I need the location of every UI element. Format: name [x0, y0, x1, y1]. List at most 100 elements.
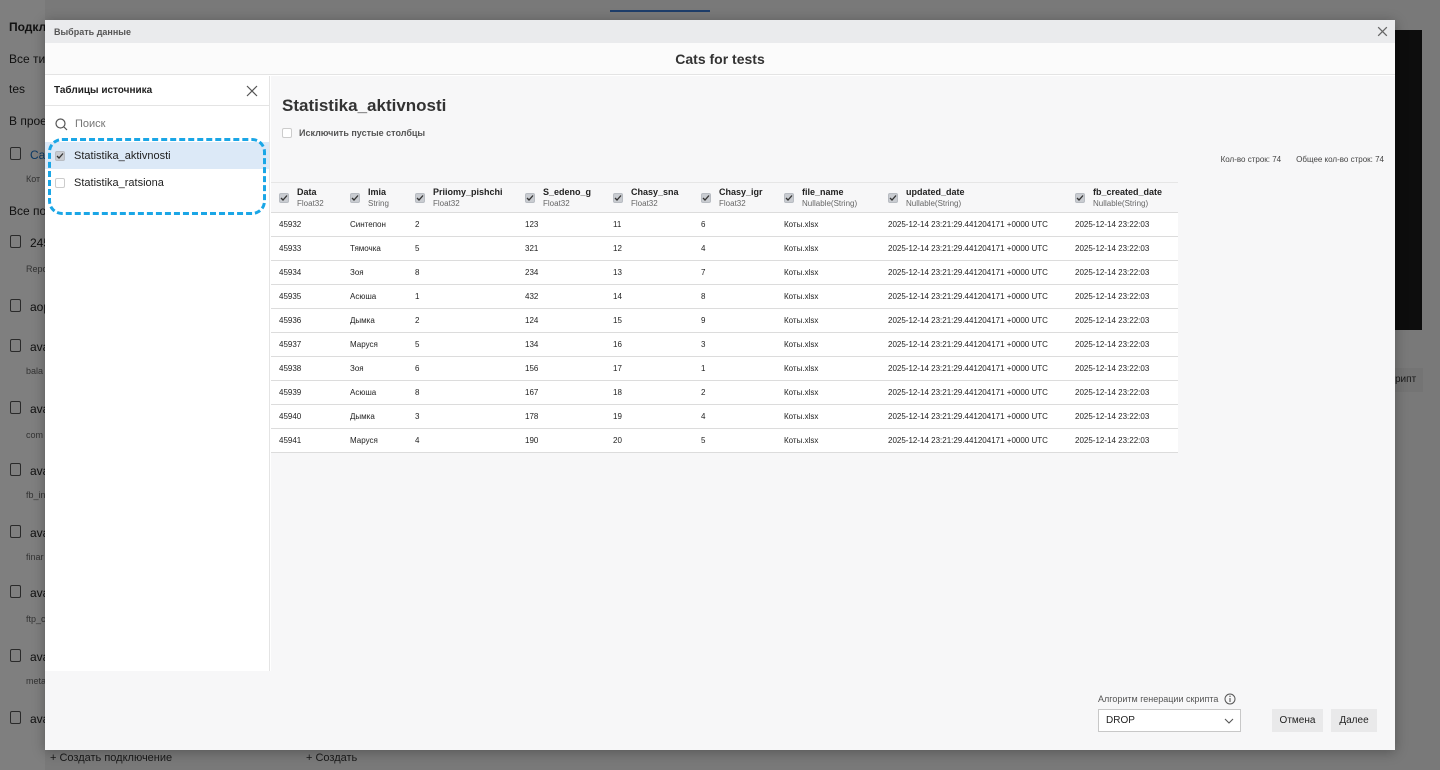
check-icon [785, 194, 793, 201]
column-name: Imia [368, 186, 387, 197]
column-type: Nullable(String) [802, 198, 858, 208]
table-row: 45940 Дымка 3 178 19 4 Коты.xlsx 2025-12-14 23:… [271, 404, 1178, 429]
table-cell: 2025-12-14 23:22:03 [1067, 212, 1178, 237]
table-cell: 17 [605, 356, 693, 381]
table-cell: 156 [517, 356, 605, 381]
table-cell: Коты.xlsx [776, 284, 880, 309]
check-icon [889, 194, 897, 201]
algo-label-row: Алгоритм генерации скрипта [1098, 693, 1236, 705]
column-header: file_name Nullable(String) [776, 182, 880, 213]
algo-select[interactable]: DROP [1098, 709, 1241, 732]
table-cell: 5 [407, 332, 517, 357]
table-cell: 5 [407, 236, 517, 261]
column-checkbox[interactable] [415, 192, 425, 203]
table-cell: 2 [407, 308, 517, 333]
sidebar-title: Таблицы источника [54, 85, 153, 96]
column-header: Chasy_sna Float32 [605, 182, 693, 213]
table-row: 45939 Асюша 8 167 18 2 Коты.xlsx 2025-12-14 23:… [271, 380, 1178, 405]
column-type: Nullable(String) [1093, 198, 1149, 208]
table-cell: 2025-12-14 23:22:03 [1067, 428, 1178, 453]
table-cell: 11 [605, 212, 693, 237]
table-cell: 2025-12-14 23:21:29.441204171 +0000 UTC [880, 428, 1067, 453]
column-header: updated_date Nullable(String) [880, 182, 1067, 213]
table-cell: 6 [407, 356, 517, 381]
table-cell: Коты.xlsx [776, 356, 880, 381]
column-checkbox[interactable] [1075, 192, 1085, 203]
column-header-content: Imia String [342, 187, 407, 209]
table-cell: 18 [605, 380, 693, 405]
table-cell: 4 [693, 236, 776, 261]
close-icon[interactable] [246, 85, 258, 97]
column-checkbox[interactable] [888, 192, 898, 203]
column-type: Float32 [631, 198, 658, 208]
table-cell: 2025-12-14 23:22:03 [1067, 332, 1178, 357]
table-cell: 190 [517, 428, 605, 453]
table-cell: 45933 [271, 236, 342, 261]
table-cell: 432 [517, 284, 605, 309]
exclude-empty-checkbox[interactable] [282, 128, 292, 138]
column-checkbox[interactable] [350, 192, 360, 203]
check-icon [1076, 194, 1084, 201]
table-cell: 7 [693, 260, 776, 285]
column-checkbox[interactable] [525, 192, 535, 203]
total-row-count: Общее кол-во строк: 74 [1296, 155, 1384, 164]
table-cell: 45938 [271, 356, 342, 381]
table-title: Statistika_aktivnosti [282, 96, 447, 115]
column-label: Chasy_igr Float32 [719, 187, 763, 209]
table-row: 45936 Дымка 2 124 15 9 Коты.xlsx 2025-12-14 23:… [271, 308, 1178, 333]
check-icon [702, 194, 710, 201]
table-cell: 2025-12-14 23:21:29.441204171 +0000 UTC [880, 284, 1067, 309]
table-cell: 12 [605, 236, 693, 261]
column-header-content: S_edeno_g Float32 [517, 187, 605, 209]
algo-label: Алгоритм генерации скрипта [1098, 694, 1219, 704]
cancel-button[interactable]: Отмена [1272, 709, 1323, 732]
table-cell: 2 [407, 212, 517, 237]
modal-title-bar: Выбрать данные [45, 20, 1395, 43]
table-cell: Дымка [342, 308, 407, 333]
column-checkbox[interactable] [613, 192, 623, 203]
table-cell: 19 [605, 404, 693, 429]
table-cell: 167 [517, 380, 605, 405]
column-type: String [368, 198, 389, 208]
table-cell: 45932 [271, 212, 342, 237]
table-cell: Асюша [342, 284, 407, 309]
info-icon[interactable] [1224, 693, 1236, 705]
column-type: Float32 [433, 198, 460, 208]
table-cell: 45940 [271, 404, 342, 429]
source-tables-sidebar: Таблицы источника Statistika_aktivnostiS… [45, 76, 270, 671]
column-checkbox[interactable] [701, 192, 711, 203]
column-name: updated_date [906, 186, 965, 197]
data-table: Data Float32 Imia String Priiomy_pishchi Floa… [271, 182, 1178, 453]
column-type: Nullable(String) [906, 198, 962, 208]
column-checkbox[interactable] [784, 192, 794, 203]
table-row: 45934 Зоя 8 234 13 7 Коты.xlsx 2025-12-14 23:21… [271, 260, 1178, 285]
table-cell: 4 [407, 428, 517, 453]
column-header-content: updated_date Nullable(String) [880, 187, 1067, 209]
table-cell: 178 [517, 404, 605, 429]
table-row: 45941 Маруся 4 190 20 5 Коты.xlsx 2025-12-14 23… [271, 428, 1178, 453]
table-cell: 1 [407, 284, 517, 309]
table-cell: Тямочка [342, 236, 407, 261]
sidebar-item-table[interactable]: Statistika_ratsiona [45, 169, 269, 196]
table-row: 45937 Маруся 5 134 16 3 Коты.xlsx 2025-12-14 23… [271, 332, 1178, 357]
table-cell: Асюша [342, 380, 407, 405]
column-header-content: Chasy_igr Float32 [693, 187, 776, 209]
table-checkbox[interactable] [55, 150, 65, 161]
close-icon[interactable] [1376, 25, 1389, 38]
column-checkbox[interactable] [279, 192, 289, 203]
table-cell: Коты.xlsx [776, 236, 880, 261]
table-cell: Коты.xlsx [776, 212, 880, 237]
table-cell: 2025-12-14 23:21:29.441204171 +0000 UTC [880, 380, 1067, 405]
table-cell: 2025-12-14 23:22:03 [1067, 308, 1178, 333]
column-label: fb_created_date Nullable(String) [1093, 187, 1162, 209]
table-cell: Синтепон [342, 212, 407, 237]
table-cell: 2025-12-14 23:21:29.441204171 +0000 UTC [880, 236, 1067, 261]
next-button[interactable]: Далее [1331, 709, 1377, 732]
column-header-content: fb_created_date Nullable(String) [1067, 187, 1178, 209]
search-input[interactable] [75, 118, 245, 130]
table-cell: 124 [517, 308, 605, 333]
table-checkbox[interactable] [55, 177, 65, 188]
table-cell: Маруся [342, 332, 407, 357]
sidebar-item-table[interactable]: Statistika_aktivnosti [45, 142, 269, 169]
exclude-empty-columns[interactable]: Исключить пустые столбцы [282, 128, 425, 138]
